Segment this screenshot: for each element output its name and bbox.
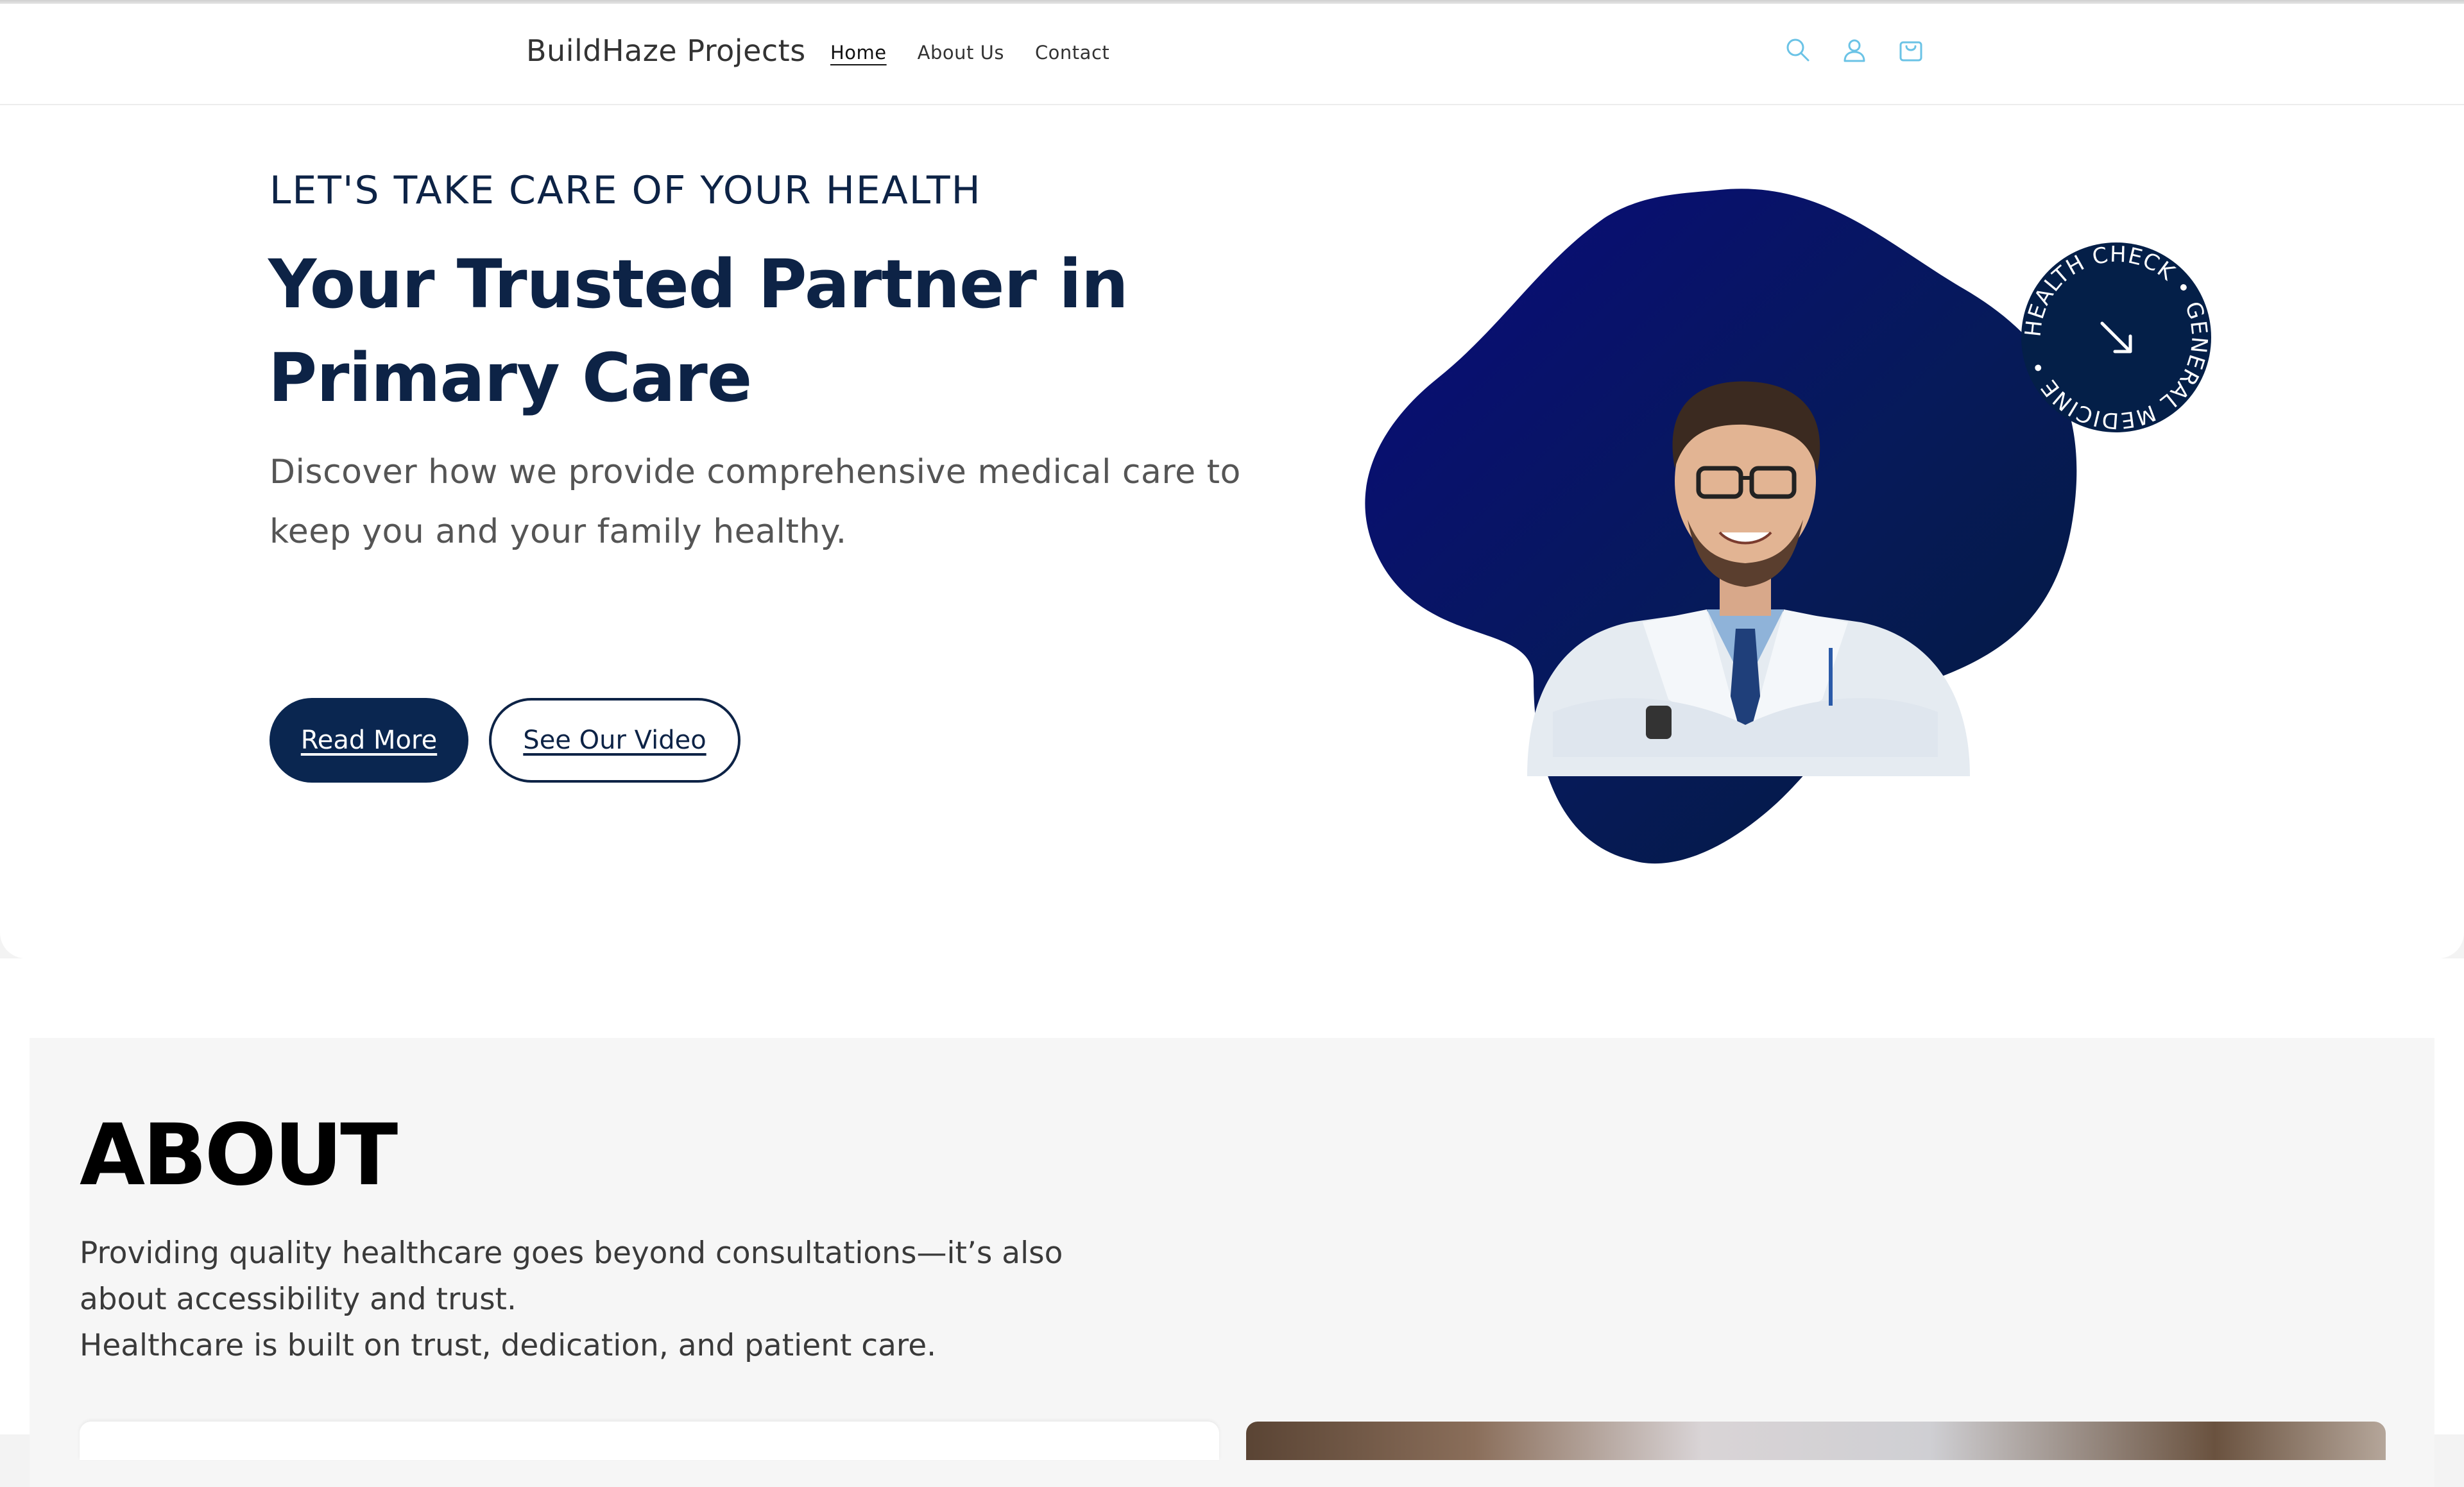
about-card-left [80,1422,1219,1460]
search-icon[interactable] [1784,36,1812,64]
see-our-video-button[interactable]: See Our Video [489,698,740,783]
cart-icon[interactable] [1897,36,1925,64]
about-paragraph-2: Healthcare is built on trust, dedication… [80,1328,937,1363]
read-more-button[interactable]: Read More [270,698,468,783]
nav-home[interactable]: Home [830,40,887,65]
about-paragraph-1: Providing quality healthcare goes beyond… [80,1236,1063,1317]
about-text: Providing quality healthcare goes beyond… [80,1230,1081,1369]
hero-title: Your Trusted Partner in Primary Care [268,245,1129,417]
hero-description: Discover how we provide comprehensive me… [270,453,1241,551]
main-nav: Home About Us Contact [830,40,1109,65]
about-card-right-image [1246,1422,2386,1460]
nav-contact[interactable]: Contact [1035,40,1109,65]
account-icon[interactable] [1840,36,1869,64]
nav-about-us[interactable]: About Us [918,40,1004,65]
brand-name[interactable]: BuildHaze Projects [526,33,806,68]
health-check-badge[interactable]: HEALTH CHECK • GENERAL MEDICINE • [2020,241,2212,434]
header-icons [1784,36,1925,64]
hero-image [1365,189,2077,864]
about-container: ABOUT Providing quality healthcare goes … [30,1038,2434,1487]
hero-eyebrow: LET'S TAKE CARE OF YOUR HEALTH [270,168,982,213]
site-header: BuildHaze Projects Home About Us Contact [0,4,2464,105]
about-section: ABOUT Providing quality healthcare goes … [0,958,2464,1487]
about-title: ABOUT [80,1106,398,1205]
